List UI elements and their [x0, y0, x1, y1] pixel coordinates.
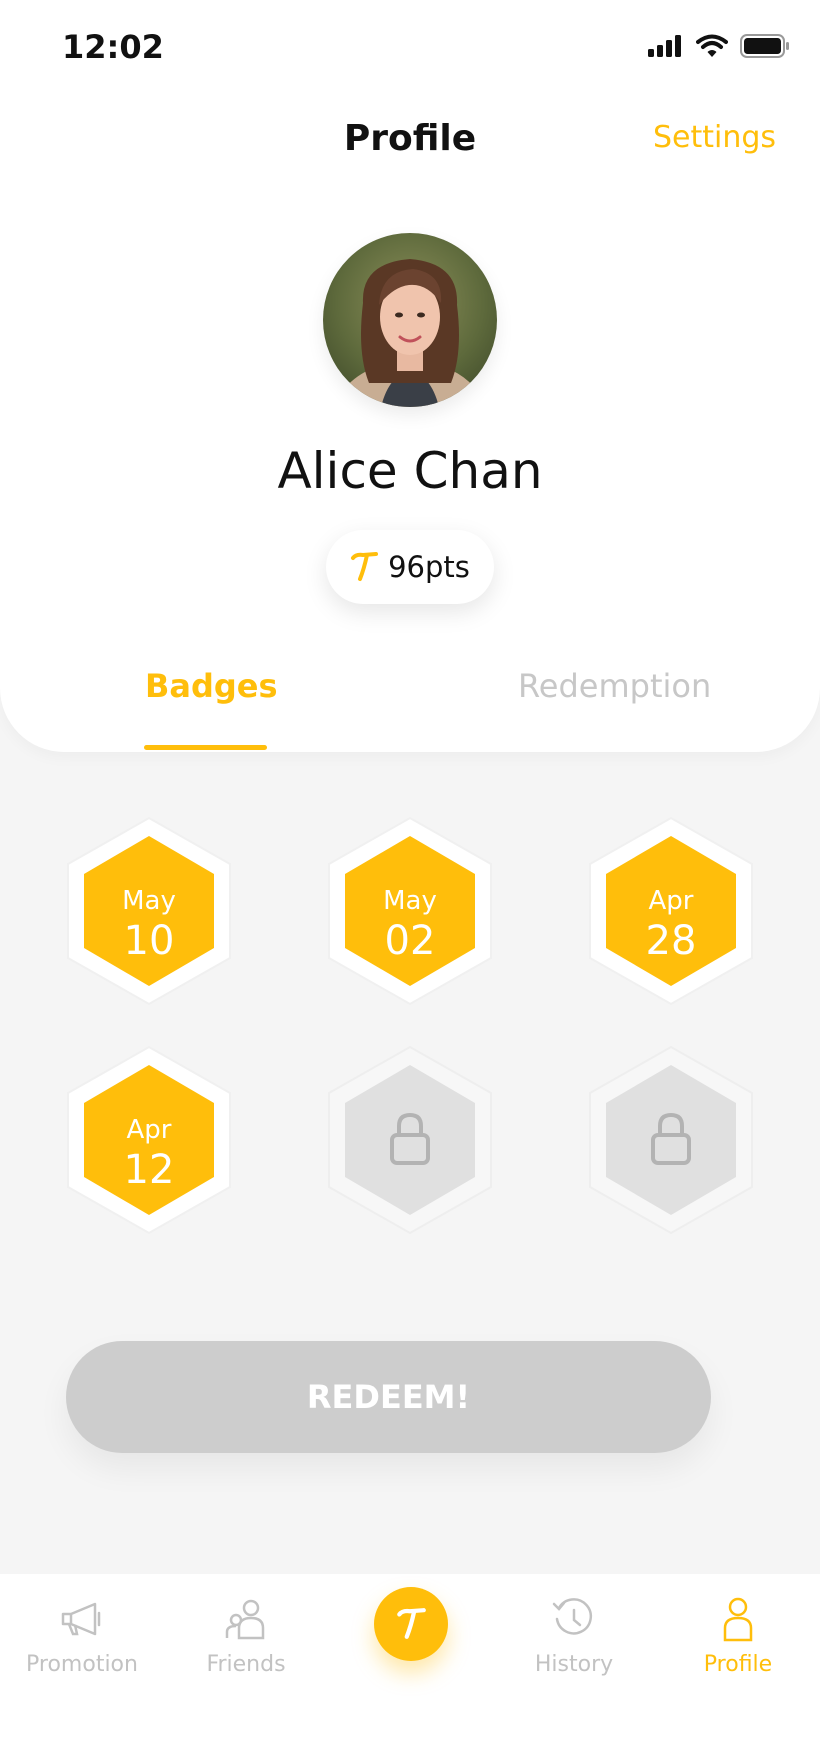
badge-unlocked[interactable]: May 10	[64, 816, 234, 1006]
user-name: Alice Chan	[277, 442, 543, 500]
nav-item-profile[interactable]: Profile	[656, 1574, 820, 1755]
home-logo-button[interactable]	[374, 1587, 448, 1661]
badge-unlocked[interactable]: Apr 12	[64, 1045, 234, 1235]
nav-item-promotion[interactable]: Promotion	[0, 1574, 164, 1755]
lock-icon	[390, 1112, 430, 1165]
nav-item-friends[interactable]: Friends	[164, 1574, 328, 1755]
badge-locked[interactable]	[586, 1045, 756, 1235]
profile-screen: 12:02 Profile Settings Alice Chan 96pts …	[0, 0, 820, 1755]
lock-icon	[651, 1112, 691, 1165]
badge-month: May	[383, 886, 437, 916]
nav-label: Profile	[703, 1652, 773, 1677]
nav-label: Friends	[206, 1652, 286, 1677]
avatar-image	[323, 233, 497, 407]
badge-unlocked[interactable]: Apr 28	[586, 816, 756, 1006]
person-icon	[723, 1597, 753, 1642]
points-value: 96pts	[388, 550, 470, 584]
points-badge: 96pts	[326, 530, 494, 604]
nav-label: History	[534, 1652, 614, 1677]
badge-unlocked[interactable]: May 02	[325, 816, 495, 1006]
redeem-button[interactable]: REDEEM!	[66, 1341, 711, 1453]
badge-day: 28	[645, 918, 697, 964]
active-tab-indicator	[144, 745, 267, 750]
history-icon	[552, 1598, 593, 1635]
avatar[interactable]	[323, 233, 497, 407]
points-logo-icon	[351, 552, 379, 581]
badge-month: Apr	[126, 1115, 172, 1145]
tab-redemption[interactable]: Redemption	[518, 667, 711, 705]
badge-month: Apr	[648, 886, 694, 916]
status-icons	[648, 34, 790, 58]
badge-month: May	[122, 886, 176, 916]
friends-icon	[225, 1599, 265, 1640]
nav-label: Promotion	[26, 1652, 138, 1677]
badge-locked[interactable]	[325, 1045, 495, 1235]
tab-badges[interactable]: Badges	[145, 667, 278, 705]
status-time: 12:02	[62, 28, 164, 66]
nav-item-history[interactable]: History	[492, 1574, 656, 1755]
battery-icon	[740, 34, 789, 58]
wifi-icon	[696, 34, 728, 57]
badge-day: 10	[123, 918, 175, 964]
badge-day: 12	[123, 1147, 175, 1193]
megaphone-icon	[61, 1602, 101, 1636]
profile-header-card: 12:02 Profile Settings Alice Chan 96pts …	[0, 0, 820, 752]
brand-logo-icon	[397, 1608, 426, 1639]
badge-day: 02	[384, 918, 436, 964]
cellular-signal-icon	[648, 35, 681, 57]
settings-button[interactable]: Settings	[653, 120, 776, 155]
